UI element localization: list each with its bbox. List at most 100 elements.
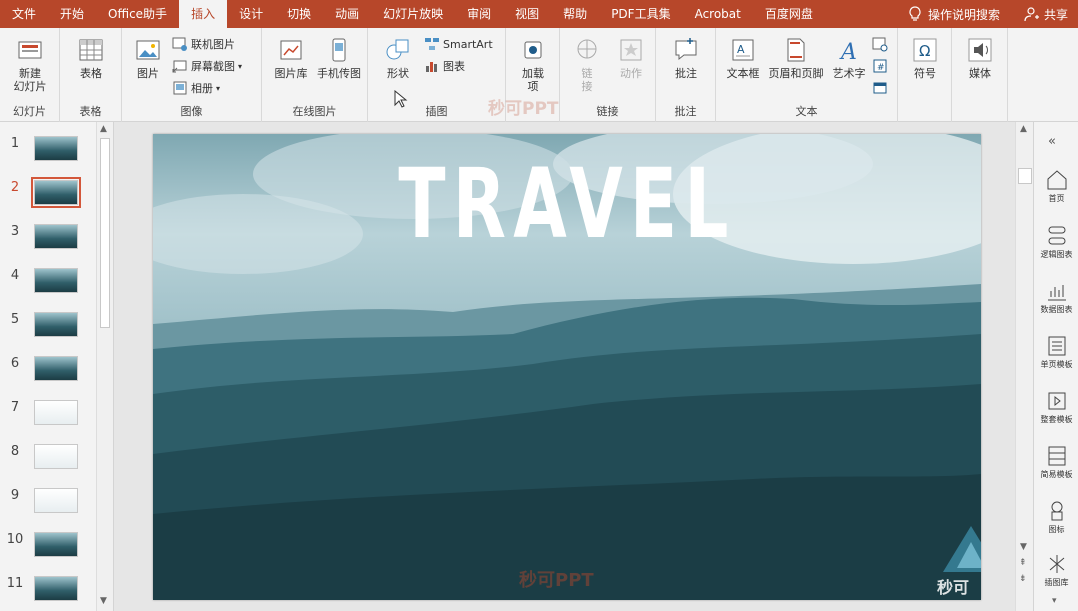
scrollbar-thumb[interactable]	[1018, 168, 1032, 184]
chart-button[interactable]: 图表	[424, 58, 465, 74]
sidebar-scroll-down-icon[interactable]: ▾	[1052, 596, 1057, 606]
scroll-up-arrow-icon[interactable]: ▲	[100, 124, 107, 134]
tab-slideshow[interactable]: 幻灯片放映	[371, 0, 455, 28]
sidebar-item-data-charts[interactable]: 数据图表	[1034, 279, 1078, 315]
thumbnail-slide-9[interactable]: 9	[0, 488, 96, 524]
link-button[interactable]: 链 接	[566, 36, 608, 93]
slide-number-icon[interactable]: #	[872, 58, 888, 74]
scrollbar-thumb[interactable]	[100, 138, 110, 328]
sidebar-item-single-template[interactable]: 单页模板	[1034, 334, 1078, 370]
sidebar-item-icons[interactable]: 图标	[1034, 499, 1078, 535]
tab-insert[interactable]: 插入	[179, 0, 228, 28]
tell-me-search[interactable]: 操作说明搜索	[894, 6, 1014, 23]
media-button[interactable]: 媒体	[959, 36, 1001, 80]
chevron-down-icon: ▾	[238, 61, 243, 71]
slide-canvas[interactable]: TRAVEL 秒可PPT 秒可职场	[153, 134, 981, 600]
screenshot-button[interactable]: 屏幕截图 ▾	[172, 58, 242, 74]
scroll-up-arrow-icon[interactable]: ▲	[1020, 124, 1027, 134]
symbol-button[interactable]: Ω 符号	[904, 36, 946, 80]
shapes-button[interactable]: 形状	[378, 36, 418, 80]
phone-picture-label: 手机传图	[317, 67, 361, 80]
sidebar-item-label: 整套模板	[1040, 415, 1073, 424]
thumbnail-number: 6	[10, 356, 20, 371]
thumbnail-slide-2[interactable]: 2	[0, 177, 96, 216]
thumbnails-scrollbar[interactable]: ▲ ▼	[96, 122, 113, 611]
thumbnail-slide-7[interactable]: 7	[0, 400, 96, 436]
tab-baidu-netdisk[interactable]: 百度网盘	[753, 0, 825, 28]
thumbnail-slide-8[interactable]: 8	[0, 444, 96, 480]
tab-help[interactable]: 帮助	[551, 0, 599, 28]
smartart-button[interactable]: SmartArt	[424, 36, 493, 52]
sidebar-item-illustration-library[interactable]: 插图库	[1034, 552, 1078, 588]
online-picture-button[interactable]: 联机图片	[172, 36, 235, 52]
album-button[interactable]: 相册 ▾	[172, 80, 220, 96]
scroll-down-arrow-icon[interactable]: ▼	[100, 596, 107, 606]
thumbnail-image	[34, 444, 78, 469]
previous-slide-icon[interactable]: ⇞	[1019, 558, 1027, 568]
picture-button[interactable]: 图片	[130, 36, 166, 80]
collapse-sidebar-icon[interactable]: «	[1048, 134, 1056, 149]
tab-review[interactable]: 审阅	[455, 0, 503, 28]
tab-office-assistant[interactable]: Office助手	[96, 0, 179, 28]
thumbnail-number: 1	[10, 136, 20, 151]
addins-label: 加载 项	[522, 67, 544, 93]
thumbnail-slide-3[interactable]: 3	[0, 224, 96, 260]
thumbnail-slide-5[interactable]: 5	[0, 312, 96, 348]
share-button[interactable]: 共享	[1014, 6, 1078, 23]
sidebar-item-home[interactable]: 首页	[1034, 168, 1078, 204]
link-label: 链 接	[581, 67, 593, 93]
sidebar-item-label: 逻辑图表	[1040, 250, 1073, 259]
tab-acrobat[interactable]: Acrobat	[683, 0, 753, 28]
group-comments-label: 批注	[674, 105, 697, 118]
scroll-down-arrow-icon[interactable]: ▼	[1020, 542, 1027, 552]
date-time-icon[interactable]	[872, 36, 888, 52]
picture-library-button[interactable]: 图片库	[268, 36, 314, 80]
thumbnail-slide-1[interactable]: 1	[0, 136, 96, 172]
table-button[interactable]: 表格	[70, 36, 112, 80]
tab-design[interactable]: 设计	[227, 0, 275, 28]
tab-view[interactable]: 视图	[503, 0, 551, 28]
thumbnail-image	[34, 576, 78, 601]
group-text: A 文本框 页眉和页脚 A 艺术字 # 文本	[716, 28, 898, 122]
simple-template-icon	[1048, 446, 1065, 466]
brand-watermark: 秒可职场	[937, 578, 970, 597]
textbox-button[interactable]: A 文本框	[722, 36, 764, 80]
online-picture-icon	[172, 37, 187, 51]
home-icon	[1047, 170, 1066, 190]
new-slide-button[interactable]: 新建 幻灯片	[6, 36, 54, 93]
tab-animations[interactable]: 动画	[323, 0, 371, 28]
group-comments: 批注 批注	[656, 28, 716, 122]
addins-button[interactable]: 加载 项	[514, 36, 552, 93]
thumbnail-number: 8	[10, 444, 20, 459]
group-media: 媒体	[952, 28, 1008, 122]
thumbnail-slide-11[interactable]: 11	[0, 576, 96, 611]
sidebar-item-simple-template[interactable]: 简易模板	[1034, 444, 1078, 480]
tab-transitions[interactable]: 切换	[275, 0, 323, 28]
group-links-label: 链接	[596, 105, 619, 118]
slide-scrollbar[interactable]: ▲ ▼ ⇞ ⇟	[1015, 122, 1033, 611]
sidebar-item-label: 数据图表	[1040, 305, 1073, 314]
thumbnail-image	[34, 532, 78, 557]
illustration-library-icon	[1049, 555, 1064, 573]
tab-pdf-tools[interactable]: PDF工具集	[599, 0, 682, 28]
next-slide-icon[interactable]: ⇟	[1019, 574, 1027, 584]
object-icon[interactable]	[872, 80, 888, 96]
tab-file[interactable]: 文件	[0, 0, 48, 28]
thumbnail-slide-6[interactable]: 6	[0, 356, 96, 392]
sidebar-item-full-template[interactable]: 整套模板	[1034, 389, 1078, 425]
action-button[interactable]: 动作	[610, 36, 652, 80]
header-footer-button[interactable]: 页眉和页脚	[764, 36, 828, 80]
thumbnail-number: 10	[6, 532, 24, 547]
thumbnail-slide-4[interactable]: 4	[0, 268, 96, 304]
group-text-label: 文本	[795, 105, 818, 118]
thumbnail-slide-10[interactable]: 10	[0, 532, 96, 568]
slide-title[interactable]: TRAVEL	[269, 148, 865, 260]
sidebar-item-logic-charts[interactable]: 逻辑图表	[1034, 224, 1078, 260]
single-page-icon	[1048, 336, 1065, 356]
wordart-button[interactable]: A 艺术字	[828, 36, 870, 80]
tab-home[interactable]: 开始	[48, 0, 96, 28]
wordart-icon: A	[839, 40, 857, 64]
comment-button[interactable]: 批注	[664, 36, 708, 80]
thumbnail-image	[34, 136, 78, 161]
phone-picture-button[interactable]: 手机传图	[314, 36, 364, 80]
